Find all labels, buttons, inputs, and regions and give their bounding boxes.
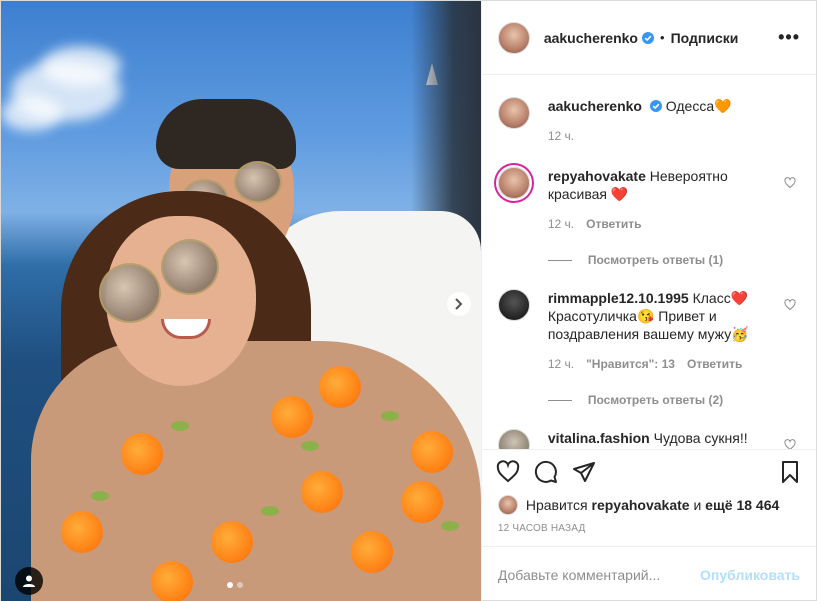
reply-button[interactable]: Ответить: [586, 215, 641, 233]
author-username[interactable]: aakucherenko: [544, 30, 638, 46]
avatar[interactable]: [497, 429, 530, 449]
likes-summary: Нравится repyahovakate и ещё 18 464: [482, 493, 816, 517]
kiss-emoji: 😘: [636, 308, 655, 324]
orange-heart-emoji: 🧡: [714, 98, 732, 114]
verified-icon: [649, 100, 662, 112]
post-photo[interactable]: [1, 1, 481, 601]
comment-text: Красотуличка: [547, 308, 637, 324]
caption-text: Одесса: [665, 98, 715, 114]
comment-text: Класс: [692, 290, 731, 306]
bookmark-icon[interactable]: [778, 460, 802, 484]
caption-author[interactable]: aakucherenko: [548, 98, 642, 114]
comment-time[interactable]: 12 ч.: [548, 215, 574, 233]
comment-author[interactable]: repyahovakate: [548, 168, 646, 184]
woman-dress: [31, 341, 481, 601]
view-replies-label: Посмотреть ответы (2): [587, 393, 724, 407]
comments-list[interactable]: aakucherenko Одесса🧡 12 ч. repyahovakate…: [482, 75, 816, 449]
carousel-dot: [227, 582, 233, 588]
woman-glasses-right: [161, 239, 219, 295]
post-sidebar: aakucherenko • Подписки ••• aakucherenko…: [480, 1, 816, 601]
avatar[interactable]: [497, 495, 518, 515]
red-heart-emoji: ❤️: [730, 290, 749, 306]
heart-icon[interactable]: [784, 177, 796, 189]
party-emoji: 🥳: [731, 326, 749, 342]
comment-author[interactable]: vitalina.fashion: [548, 430, 650, 446]
woman-glasses-left: [99, 263, 161, 323]
red-heart-emoji: ❤️: [610, 186, 629, 202]
carousel-dot: [237, 582, 243, 588]
comment-item: vitalina.fashion Чудова сукня!!: [497, 429, 800, 449]
comment-time[interactable]: 12 ч.: [548, 355, 574, 373]
following-button[interactable]: Подписки: [671, 30, 739, 46]
more-icon[interactable]: •••: [778, 27, 800, 48]
carousel-dots: [227, 582, 243, 588]
post-header: aakucherenko • Подписки •••: [481, 1, 816, 75]
post-time-ago[interactable]: 12 часов назад: [482, 517, 816, 546]
man-hair: [156, 99, 296, 169]
action-bar: [481, 449, 816, 493]
comment-item: rimmapple12.10.1995 Класс❤️ Красотуличка…: [497, 289, 800, 373]
chevron-right-icon: [455, 298, 463, 310]
share-icon[interactable]: [572, 460, 596, 484]
comment-text: Чудова сукня!!: [653, 430, 748, 446]
comment-likes[interactable]: "Нравится": 13: [586, 355, 675, 373]
add-comment-form: Опубликовать: [481, 546, 816, 601]
view-replies-label: Посмотреть ответы (1): [587, 253, 724, 267]
heart-icon[interactable]: [784, 299, 796, 311]
replies-line: [547, 259, 572, 261]
user-tag-icon: [23, 575, 35, 587]
publish-button[interactable]: Опубликовать: [700, 567, 800, 583]
view-replies-button[interactable]: Посмотреть ответы (2): [547, 393, 800, 407]
likes-text: Нравится repyahovakate и ещё 18 464: [526, 497, 779, 513]
avatar[interactable]: [497, 289, 530, 321]
reply-button[interactable]: Ответить: [687, 355, 742, 373]
comment-input[interactable]: [497, 566, 701, 583]
tagged-users-button[interactable]: [15, 567, 43, 595]
carousel-next-button[interactable]: [447, 292, 471, 316]
comment-item: repyahovakate Невероятно красивая ❤️ 12 …: [497, 167, 800, 233]
caption-time[interactable]: 12 ч.: [548, 127, 574, 145]
comment-icon[interactable]: [534, 460, 558, 484]
avatar[interactable]: [497, 21, 530, 54]
heart-icon[interactable]: [784, 439, 796, 449]
likes-user[interactable]: repyahovakate: [592, 497, 690, 513]
likes-middle: и: [693, 497, 702, 513]
man-glasses-right: [234, 161, 282, 203]
instagram-post-modal: aakucherenko • Подписки ••• aakucherenko…: [0, 0, 817, 601]
likes-prefix: Нравится: [525, 497, 588, 513]
post-caption: aakucherenko Одесса🧡 12 ч.: [497, 97, 800, 145]
comment-author[interactable]: rimmapple12.10.1995: [548, 290, 689, 306]
avatar[interactable]: [497, 97, 530, 129]
verified-icon: [642, 31, 654, 44]
heart-icon[interactable]: [496, 459, 520, 484]
likes-others[interactable]: ещё 18 464: [705, 497, 779, 513]
separator-dot: •: [660, 30, 665, 45]
view-replies-button[interactable]: Посмотреть ответы (1): [547, 253, 800, 267]
avatar[interactable]: [497, 167, 530, 199]
replies-line: [547, 399, 572, 401]
